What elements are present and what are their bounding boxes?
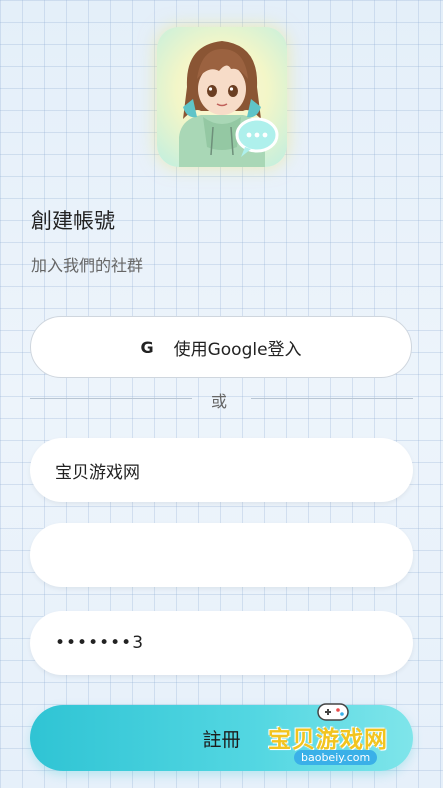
password-field[interactable]: •••••••3 [30, 611, 413, 675]
page-title: 創建帳號 [31, 209, 115, 233]
register-button-label: 註冊 [202, 728, 241, 751]
divider-line-left [30, 398, 192, 399]
watermark-text: 宝贝游戏网 [268, 727, 388, 753]
username-value: 宝贝游戏网 [55, 462, 140, 483]
email-field[interactable] [30, 523, 413, 587]
password-value: •••••••3 [55, 633, 145, 653]
anime-girl-avatar-icon [179, 41, 279, 167]
gamepad-icon [317, 703, 349, 721]
app-avatar-icon [157, 27, 287, 167]
page-subtitle: 加入我們的社群 [31, 256, 144, 275]
username-field[interactable]: 宝贝游戏网 [30, 438, 413, 502]
google-icon: G [140, 337, 154, 357]
divider-line-right [251, 398, 413, 399]
google-sign-in-button[interactable]: G 使用Google登入 [30, 316, 412, 378]
watermark-logo: 宝贝游戏网 baobeiy.com [268, 698, 418, 770]
divider-or-text: 或 [211, 392, 228, 411]
google-sign-in-label: 使用Google登入 [173, 339, 302, 360]
watermark-url: baobeiy.com [294, 750, 378, 765]
